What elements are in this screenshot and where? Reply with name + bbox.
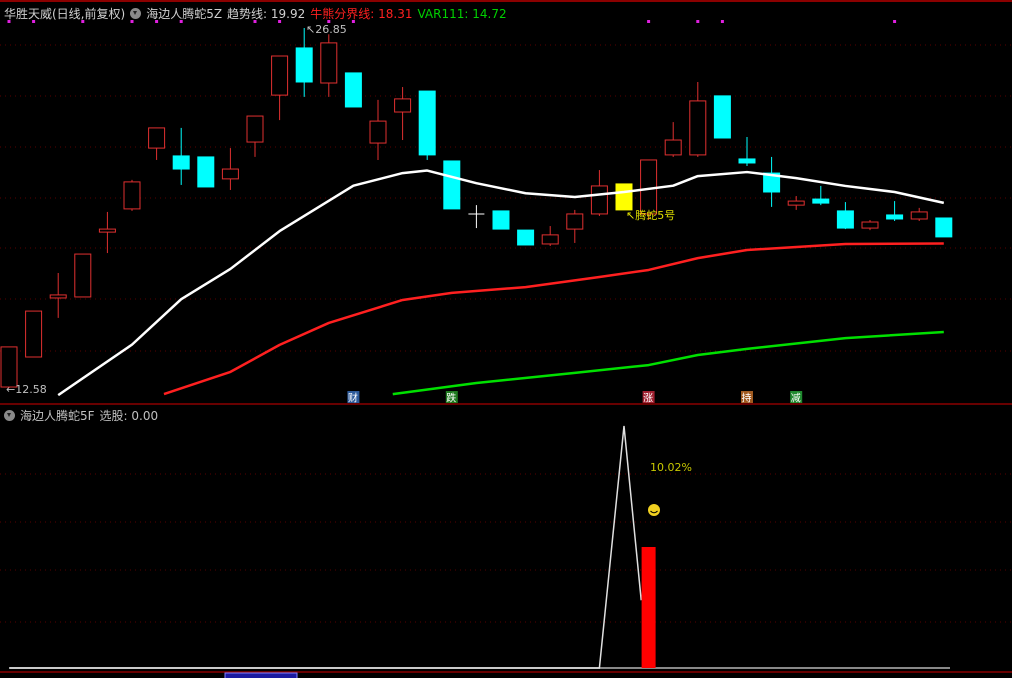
lower-indicator-dropdown-icon[interactable] — [4, 410, 15, 421]
marker-持: 持 — [742, 392, 752, 405]
candle-body — [98, 228, 116, 233]
candle-body — [492, 210, 510, 230]
low-price-label: ←12.58 — [6, 383, 47, 396]
candle-body — [344, 72, 362, 108]
signal-dot — [720, 20, 724, 23]
marker-减: 减 — [791, 393, 801, 405]
candle-body — [566, 213, 584, 230]
percent-label: 10.02% — [650, 461, 692, 474]
candle-body — [615, 183, 633, 211]
marker-涨: 涨 — [643, 393, 653, 405]
var111-line — [392, 330, 944, 396]
var111-value: VAR111: 14.72 — [417, 6, 507, 21]
marker-财: 财 — [348, 392, 358, 405]
stock-title: 华胜天威(日线,前复权) — [4, 7, 126, 21]
candle-body — [910, 211, 928, 220]
kline-chart[interactable]: ↖26.85 ←12.58 ↖腾蛇5号财 跌 涨 持 减 10.02% — [0, 0, 1012, 678]
candle-body — [713, 95, 731, 139]
candle-body — [295, 47, 313, 83]
bull-bear-line — [163, 242, 944, 396]
candle-body — [246, 115, 264, 143]
trend-value: 趋势线: 19.92 — [227, 7, 306, 21]
candle-body — [0, 346, 18, 388]
signal-label: ↖腾蛇5号 — [626, 208, 675, 222]
candle-body — [664, 139, 682, 156]
candles — [0, 28, 953, 396]
candle-body — [172, 155, 190, 170]
select-line — [9, 425, 642, 669]
signal-dot — [647, 20, 651, 23]
candle-body — [271, 55, 289, 96]
candle-body — [123, 181, 141, 210]
candle-body — [418, 90, 436, 156]
signal-bar — [641, 547, 656, 668]
indicator-dropdown-icon[interactable] — [130, 8, 142, 19]
candle-body — [148, 127, 166, 149]
candle-body — [197, 156, 215, 188]
candle-body — [861, 221, 879, 229]
candle-body — [590, 185, 608, 215]
candle-body — [541, 234, 559, 245]
marker-跌: 跌 — [446, 392, 456, 405]
lower-indicator-name[interactable]: 海边人腾蛇5F — [20, 407, 95, 424]
candle-body — [689, 100, 707, 156]
candle-body — [787, 200, 805, 206]
candle-body — [221, 168, 239, 180]
candle-body — [812, 198, 830, 204]
candle-body — [369, 120, 387, 144]
signal-dot — [893, 20, 897, 23]
candle-body — [836, 210, 854, 229]
high-price-label: ↖26.85 — [306, 23, 347, 36]
trend-line — [57, 169, 945, 396]
candle-body — [517, 229, 535, 246]
candle-body — [394, 98, 412, 113]
main-header: 华胜天威(日线,前复权) 海边人腾蛇5Z 趋势线: 19.92 牛熊分界线: 1… — [4, 5, 507, 22]
signal-dot — [696, 20, 700, 23]
candle-body — [886, 214, 904, 220]
candle-body — [25, 310, 43, 358]
candle-body — [738, 158, 756, 164]
candle-body — [935, 217, 953, 238]
indicator-name[interactable]: 海边人腾蛇5Z — [146, 5, 222, 22]
smiley-icon — [648, 504, 660, 516]
candle-body — [320, 42, 338, 84]
date-cursor-box — [224, 672, 298, 678]
bull-bear-value: 牛熊分界线: 18.31 — [310, 7, 413, 21]
lower-header: 海边人腾蛇5F 选股: 0.00 — [4, 407, 158, 424]
candle-body — [443, 160, 461, 210]
candle-body — [49, 294, 67, 299]
candle-body — [74, 253, 92, 298]
select-value: 选股: 0.00 — [99, 409, 159, 423]
